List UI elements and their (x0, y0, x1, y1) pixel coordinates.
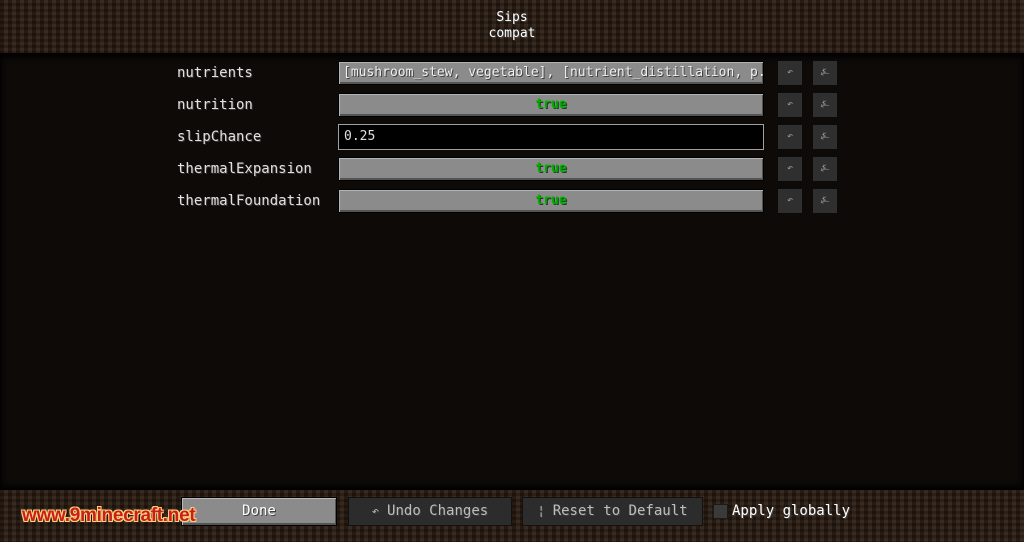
page-subtitle: compat (488, 26, 536, 41)
reset-entry-button[interactable]: ⍼ (813, 125, 837, 149)
undo-icon: ↶ (786, 195, 794, 206)
slipchance-input[interactable]: 0.25 (338, 124, 764, 150)
watermark-text: www.9minecraft.net (22, 505, 196, 526)
reset-to-default-label: Reset to Default (552, 503, 688, 519)
done-label: Done (242, 503, 276, 519)
reset-entry-button[interactable]: ⍼ (813, 189, 837, 213)
reset-entry-button[interactable]: ⍼ (813, 157, 837, 181)
undo-icon: ↶ (786, 163, 794, 174)
reset-entry-button[interactable]: ⍼ (813, 61, 837, 85)
undo-icon: ↶ (786, 67, 794, 78)
undo-icon: ↶ (786, 99, 794, 110)
entry-label: nutrients (177, 65, 253, 81)
entry-label: thermalFoundation (177, 193, 321, 209)
done-button[interactable]: Done (181, 497, 337, 526)
undo-changes-button[interactable]: ↶ Undo Changes (348, 497, 512, 526)
config-row-thermalfoundation: thermalFoundation true ↶ ⍼ (0, 189, 1024, 215)
undo-entry-button[interactable]: ↶ (778, 157, 802, 181)
reset-icon: ⍼ (820, 67, 830, 78)
config-row-slipchance: slipChance 0.25 ↶ ⍼ (0, 124, 1024, 150)
entry-label: nutrition (177, 97, 253, 113)
undo-changes-label: Undo Changes (387, 503, 489, 519)
thermalfoundation-toggle-button[interactable]: true (338, 189, 764, 213)
reset-entry-button[interactable]: ⍼ (813, 93, 837, 117)
undo-entry-button[interactable]: ↶ (778, 93, 802, 117)
reset-icon: ⍼ (820, 195, 830, 206)
nutrients-list-button[interactable]: [mushroom_stew, vegetable], [nutrient_di… (338, 61, 764, 85)
reset-icon: ⍼ (820, 99, 830, 110)
config-row-nutrition: nutrition true ↶ ⍼ (0, 93, 1024, 119)
entry-label: slipChance (177, 129, 262, 145)
undo-icon: ↶ (786, 131, 794, 142)
apply-globally-checkbox[interactable] (713, 504, 728, 519)
config-row-nutrients: nutrients [mushroom_stew, vegetable], [n… (0, 61, 1024, 87)
entry-label: thermalExpansion (177, 161, 312, 177)
apply-globally-label[interactable]: Apply globally (732, 503, 850, 519)
reset-icon: ⍼ (820, 131, 830, 142)
page-title: Sips (496, 10, 528, 25)
reset-icon: ⍼ (820, 163, 830, 174)
thermalexpansion-toggle-button[interactable]: true (338, 157, 764, 181)
undo-entry-button[interactable]: ↶ (778, 61, 802, 85)
nutrition-toggle-button[interactable]: true (338, 93, 764, 117)
reset-to-default-button[interactable]: ¦ Reset to Default (522, 497, 703, 526)
config-row-thermalexpansion: thermalExpansion true ↶ ⍼ (0, 157, 1024, 183)
undo-entry-button[interactable]: ↶ (778, 189, 802, 213)
reset-icon: ¦ (537, 504, 545, 518)
undo-entry-button[interactable]: ↶ (778, 125, 802, 149)
undo-icon: ↶ (371, 504, 380, 518)
